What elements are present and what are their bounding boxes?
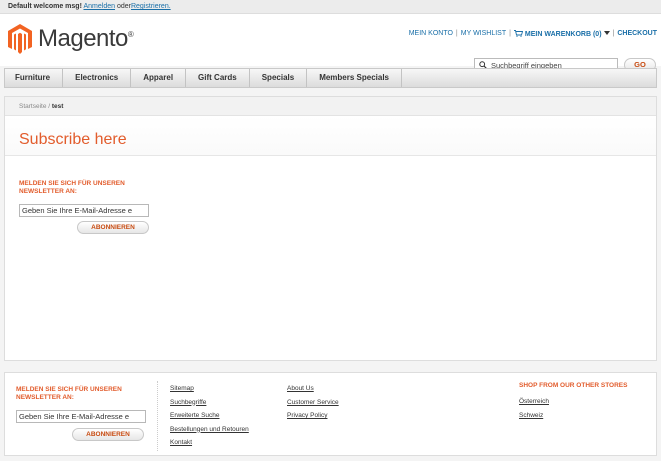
footer-link-contact[interactable]: Kontakt [170,436,249,450]
store-link-switzerland[interactable]: Schweiz [519,409,627,423]
welcome-message: Default welcome msg! [8,3,82,10]
subscribe-button[interactable]: ABONNIEREN [77,221,149,234]
footer-link-search-terms[interactable]: Suchbegriffe [170,396,249,410]
footer-link-orders-returns[interactable]: Bestellungen und Retouren [170,423,249,437]
footer-link-about-us[interactable]: About Us [287,382,339,396]
store-link-austria[interactable]: Österreich [519,395,627,409]
account-links: MEIN KONTO | MY WISHLIST | MEIN WARENKOR… [409,30,657,38]
newsletter-email-input[interactable]: Geben Sie Ihre E-Mail-Adresse e [19,204,149,217]
footer: MELDEN SIE SICH FÜR UNSEREN NEWSLETTER A… [4,372,657,456]
cart-icon [513,30,524,37]
nav-item-members-specials[interactable]: Members Specials [307,69,402,87]
separator: | [455,30,458,37]
main-content: Startseite / test Subscribe here MELDEN … [4,96,657,361]
footer-newsletter-email-input[interactable]: Geben Sie Ihre E-Mail-Adresse e [16,410,146,423]
footer-divider [157,381,158,451]
footer-subscribe-button[interactable]: ABONNIEREN [72,428,144,441]
my-wishlist-link[interactable]: MY WISHLIST [461,30,506,38]
top-welcome-bar: Default welcome msg! Anmelden oderRegist… [0,0,661,14]
registered-mark: ® [127,30,134,39]
footer-link-advanced-search[interactable]: Erweiterte Suche [170,409,249,423]
nav-item-gift-cards[interactable]: Gift Cards [186,69,250,87]
breadcrumb-home[interactable]: Startseite [19,103,46,110]
footer-stores-column: SHOP FROM OUR OTHER STORES Österreich Sc… [519,382,627,422]
footer-link-sitemap[interactable]: Sitemap [170,382,249,396]
checkout-link[interactable]: CHECKOUT [617,30,657,38]
footer-link-privacy-policy[interactable]: Privacy Policy [287,409,339,423]
breadcrumb-current: test [51,103,64,110]
footer-links-column-2: About Us Customer Service Privacy Policy [287,382,339,423]
logo[interactable]: Magento® [8,24,134,54]
main-navigation: Furniture Electronics Apparel Gift Cards… [4,68,657,88]
footer-links-column-1: Sitemap Suchbegriffe Erweiterte Suche Be… [170,382,249,450]
newsletter-label: MELDEN SIE SICH FÜR UNSEREN NEWSLETTER A… [19,180,125,195]
separator: | [509,30,511,37]
nav-item-furniture[interactable]: Furniture [5,69,64,87]
cart-link[interactable]: MEIN WARENKORB (0) [513,30,610,38]
logo-text: Magento [38,25,128,52]
magento-logo-icon [8,24,32,54]
nav-item-specials[interactable]: Specials [250,69,308,87]
register-link[interactable]: Registrieren. [131,3,171,10]
footer-newsletter-label: MELDEN SIE SICH FÜR UNSEREN NEWSLETTER A… [16,386,122,401]
page-title: Subscribe here [19,131,127,148]
my-account-link[interactable]: MEIN KONTO [409,30,453,38]
stores-heading: SHOP FROM OUR OTHER STORES [519,382,628,389]
or-text: oder [116,3,131,10]
nav-item-electronics[interactable]: Electronics [63,69,132,87]
login-link[interactable]: Anmelden [83,3,115,10]
chevron-down-icon [603,31,610,35]
cart-label: MEIN WARENKORB (0) [524,31,602,38]
separator: | [612,30,615,37]
page-title-bar: Subscribe here [5,116,656,156]
nav-item-apparel[interactable]: Apparel [131,69,187,87]
footer-link-customer-service[interactable]: Customer Service [287,396,339,410]
breadcrumb: Startseite / test [5,97,656,116]
header: Magento® MEIN KONTO | MY WISHLIST | MEIN… [0,14,661,72]
